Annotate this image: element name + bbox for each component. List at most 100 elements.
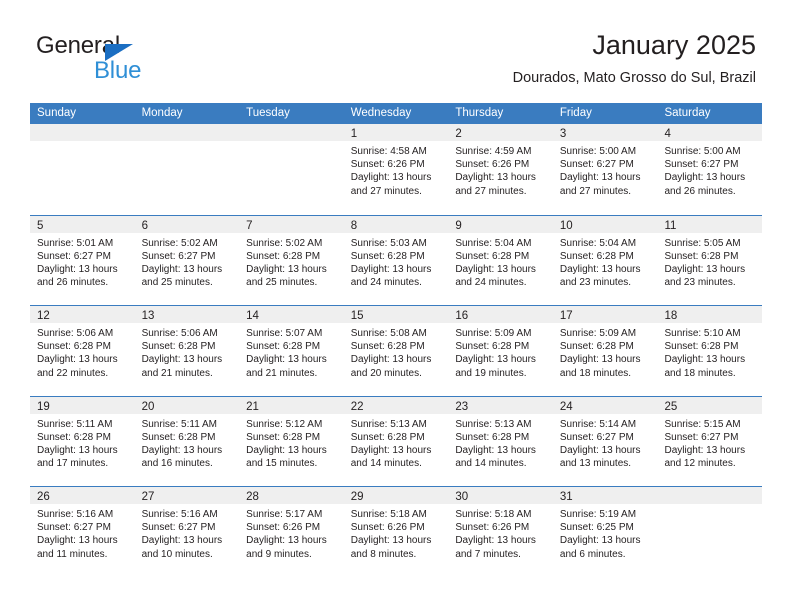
day-number: 6 (141, 219, 148, 232)
day-sunrise-text: Sunrise: 5:02 AM (246, 237, 323, 249)
day-daylight1-text: Daylight: 13 hours (141, 444, 223, 456)
day-number-band: 31 (552, 487, 658, 504)
day-sun-info: Sunrise: 5:04 AM Sunset: 6:28 PM Daylight:… (553, 233, 658, 290)
day-daylight1-text: Daylight: 13 hours (559, 535, 641, 547)
day-sunset-text: Sunset: 6:26 PM (455, 159, 530, 171)
day-daylight1-text: Daylight: 13 hours (350, 263, 432, 275)
day-sun-info: Sunrise: 5:12 AM Sunset: 6:28 PM Daylight:… (239, 414, 344, 471)
generalblue-logo[interactable]: General Blue (36, 32, 276, 88)
day-daylight2-text: and 26 minutes. (664, 185, 736, 197)
day-number-band: 29 (343, 487, 449, 504)
calendar-day-cell-empty (134, 124, 240, 215)
day-number: 22 (350, 400, 364, 413)
calendar-day-cell[interactable]: 25 Sunrise: 5:15 AM Sunset: 6:27 PM Dayligh… (657, 396, 763, 487)
day-number: 26 (37, 491, 50, 503)
calendar-day-cell[interactable]: 1 Sunrise: 4:58 AM Sunset: 6:26 PM Daylight… (343, 124, 449, 215)
day-sunset-text: Sunset: 6:28 PM (350, 431, 425, 443)
calendar-day-cell[interactable]: 24 Sunrise: 5:14 AM Sunset: 6:27 PM Dayligh… (552, 396, 658, 487)
day-sunset-text: Sunset: 6:28 PM (37, 341, 111, 353)
day-daylight1-text: Daylight: 13 hours (455, 263, 536, 275)
calendar-day-cell[interactable]: 7 Sunrise: 5:02 AM Sunset: 6:28 PM Daylight… (239, 215, 344, 306)
day-sunset-text: Sunset: 6:28 PM (350, 250, 425, 262)
calendar-day-cell[interactable]: 17 Sunrise: 5:09 AM Sunset: 6:28 PM Dayligh… (552, 306, 658, 396)
day-sunset-text: Sunset: 6:27 PM (37, 522, 111, 534)
day-daylight2-text: and 21 minutes. (141, 367, 213, 379)
day-number: 18 (664, 310, 678, 322)
day-sun-info: Sunrise: 5:13 AM Sunset: 6:28 PM Daylight:… (344, 414, 449, 471)
calendar-day-cell[interactable]: 20 Sunrise: 5:11 AM Sunset: 6:28 PM Dayligh… (134, 396, 240, 487)
day-sunrise-text: Sunrise: 5:12 AM (246, 418, 323, 430)
day-daylight1-text: Daylight: 13 hours (455, 535, 536, 547)
calendar-day-cell[interactable]: 2 Sunrise: 4:59 AM Sunset: 6:26 PM Daylight… (448, 124, 553, 215)
calendar-day-cell[interactable]: 19 Sunrise: 5:11 AM Sunset: 6:28 PM Dayligh… (30, 396, 135, 487)
calendar-day-cell[interactable]: 9 Sunrise: 5:04 AM Sunset: 6:28 PM Daylight… (448, 215, 553, 306)
calendar-day-cell[interactable]: 6 Sunrise: 5:02 AM Sunset: 6:27 PM Daylight… (134, 215, 240, 306)
calendar-day-cell[interactable]: 13 Sunrise: 5:06 AM Sunset: 6:28 PM Dayligh… (134, 306, 240, 396)
day-daylight2-text: and 17 minutes. (37, 458, 109, 470)
day-number-band (657, 487, 763, 504)
day-daylight2-text: and 25 minutes. (141, 277, 213, 289)
calendar-day-cell[interactable]: 11 Sunrise: 5:05 AM Sunset: 6:28 PM Dayligh… (657, 215, 763, 306)
day-number: 9 (455, 219, 462, 232)
day-sunrise-text: Sunrise: 5:10 AM (664, 328, 741, 339)
day-number: 28 (246, 491, 259, 503)
calendar-day-cell[interactable]: 21 Sunrise: 5:12 AM Sunset: 6:28 PM Dayligh… (239, 396, 344, 487)
day-sun-info: Sunrise: 5:18 AM Sunset: 6:26 PM Daylight:… (448, 504, 553, 561)
day-daylight1-text: Daylight: 13 hours (559, 172, 641, 184)
calendar-day-cell[interactable]: 12 Sunrise: 5:06 AM Sunset: 6:28 PM Dayligh… (30, 306, 135, 396)
day-sun-info (30, 141, 135, 145)
weekday-header-sunday: Sunday (37, 107, 77, 119)
calendar-day-cell[interactable]: 31 Sunrise: 5:19 AM Sunset: 6:25 PM Dayligh… (552, 487, 658, 577)
day-number-band: 3 (552, 124, 658, 141)
day-daylight2-text: and 19 minutes. (455, 367, 527, 379)
day-number: 31 (559, 491, 573, 503)
day-daylight1-text: Daylight: 13 hours (37, 535, 118, 547)
calendar-day-cell[interactable]: 18 Sunrise: 5:10 AM Sunset: 6:28 PM Dayligh… (657, 306, 763, 396)
day-sunset-text: Sunset: 6:28 PM (559, 250, 634, 262)
day-daylight1-text: Daylight: 13 hours (141, 535, 223, 547)
day-sun-info (135, 141, 240, 145)
weekday-header-thursday: Thursday (455, 107, 504, 119)
day-number-band: 18 (657, 306, 763, 323)
day-sunset-text: Sunset: 6:27 PM (141, 250, 216, 262)
day-sunrise-text: Sunrise: 5:04 AM (559, 237, 637, 249)
calendar-day-cell[interactable]: 8 Sunrise: 5:03 AM Sunset: 6:28 PM Daylight… (343, 215, 449, 306)
calendar-day-cell[interactable]: 26 Sunrise: 5:16 AM Sunset: 6:27 PM Dayligh… (30, 487, 135, 577)
calendar-day-cell[interactable]: 22 Sunrise: 5:13 AM Sunset: 6:28 PM Dayligh… (343, 396, 449, 487)
calendar-day-cell[interactable]: 4 Sunrise: 5:00 AM Sunset: 6:27 PM Daylight… (657, 124, 763, 215)
day-daylight2-text: and 27 minutes. (350, 185, 422, 197)
day-sunrise-text: Sunrise: 5:09 AM (455, 328, 532, 339)
day-sunrise-text: Sunrise: 5:16 AM (37, 509, 114, 520)
day-sunset-text: Sunset: 6:28 PM (664, 250, 739, 262)
calendar-day-cell[interactable]: 14 Sunrise: 5:07 AM Sunset: 6:28 PM Dayligh… (239, 306, 344, 396)
day-number-band: 23 (448, 396, 553, 414)
day-sunset-text: Sunset: 6:28 PM (246, 341, 321, 353)
day-number: 23 (455, 400, 469, 413)
calendar-day-cell[interactable]: 10 Sunrise: 5:04 AM Sunset: 6:28 PM Dayligh… (552, 215, 658, 306)
day-sunrise-text: Sunrise: 5:09 AM (559, 328, 637, 339)
calendar-day-cell[interactable]: 27 Sunrise: 5:16 AM Sunset: 6:27 PM Dayligh… (134, 487, 240, 577)
day-sun-info: Sunrise: 5:17 AM Sunset: 6:26 PM Daylight:… (239, 504, 344, 561)
day-daylight2-text: and 24 minutes. (350, 277, 422, 289)
day-number-band: 7 (239, 215, 344, 233)
calendar-day-cell[interactable]: 3 Sunrise: 5:00 AM Sunset: 6:27 PM Daylight… (552, 124, 658, 215)
day-sunset-text: Sunset: 6:27 PM (559, 159, 634, 171)
calendar-day-cell[interactable]: 16 Sunrise: 5:09 AM Sunset: 6:28 PM Dayligh… (448, 306, 553, 396)
day-sunset-text: Sunset: 6:26 PM (246, 522, 321, 534)
day-daylight2-text: and 24 minutes. (455, 277, 527, 289)
calendar-day-cell[interactable]: 30 Sunrise: 5:18 AM Sunset: 6:26 PM Dayligh… (448, 487, 553, 577)
day-number-band: 28 (239, 487, 344, 504)
day-sunrise-text: Sunrise: 5:11 AM (141, 418, 217, 430)
calendar-day-cell[interactable]: 23 Sunrise: 5:13 AM Sunset: 6:28 PM Dayligh… (448, 396, 553, 487)
day-number-band: 13 (134, 306, 240, 323)
calendar-day-cell[interactable]: 29 Sunrise: 5:18 AM Sunset: 6:26 PM Dayligh… (343, 487, 449, 577)
calendar-day-cell[interactable]: 15 Sunrise: 5:08 AM Sunset: 6:28 PM Dayligh… (343, 306, 449, 396)
day-sunrise-text: Sunrise: 5:15 AM (664, 418, 741, 430)
calendar-day-cell[interactable]: 5 Sunrise: 5:01 AM Sunset: 6:27 PM Daylight… (30, 215, 135, 306)
day-number: 16 (455, 310, 469, 322)
day-number: 11 (664, 219, 677, 232)
day-sunset-text: Sunset: 6:28 PM (37, 431, 111, 443)
calendar-day-cell[interactable]: 28 Sunrise: 5:17 AM Sunset: 6:26 PM Dayligh… (239, 487, 344, 577)
day-number: 14 (246, 310, 259, 322)
day-sunset-text: Sunset: 6:28 PM (455, 431, 530, 443)
